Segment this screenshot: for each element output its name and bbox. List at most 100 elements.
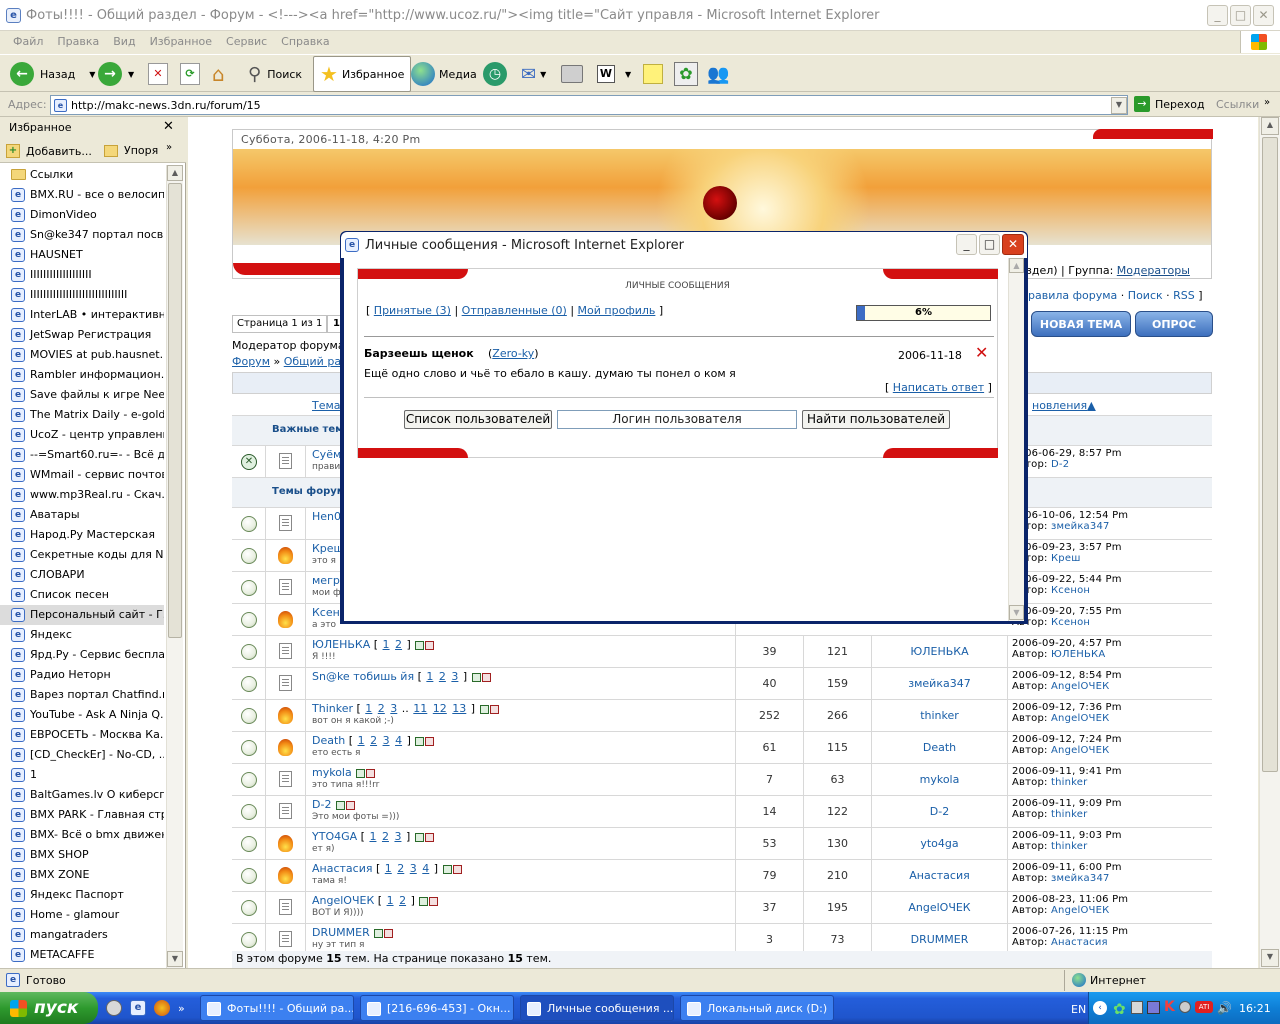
topic-title[interactable]: D-2 — [312, 798, 331, 811]
edit-dropdown-icon[interactable]: ▼ — [625, 70, 631, 79]
moderate-check-icon[interactable] — [479, 704, 489, 714]
favorite-link[interactable]: e JetSwap Регистрация — [0, 325, 164, 345]
organize-favorites-button[interactable]: Упоря — [104, 144, 158, 157]
favorite-link[interactable]: e Яндекс — [0, 625, 164, 645]
moderate-check-icon[interactable] — [419, 896, 429, 906]
minimize-button[interactable]: _ — [1207, 5, 1228, 26]
delete-topic-icon[interactable] — [425, 736, 435, 746]
favorite-link[interactable]: e Список песен — [0, 585, 164, 605]
go-button[interactable]: → Переход — [1134, 96, 1205, 112]
icq-button[interactable]: ✿ — [674, 57, 698, 91]
page-link[interactable]: 1 — [357, 734, 366, 747]
favorite-link[interactable]: e IIIIIIIIIIIIIIIIIIIIIIIIIIIIII — [0, 285, 164, 305]
favorite-link[interactable]: e DimonVideo — [0, 205, 164, 225]
favorites-close-icon[interactable]: ✕ — [163, 119, 174, 134]
favorite-link[interactable]: e BMX.RU - все о велосип... — [0, 185, 164, 205]
delete-topic-icon[interactable] — [452, 864, 462, 874]
favorite-link[interactable]: e BMX SHOP — [0, 845, 164, 865]
delete-topic-icon[interactable] — [424, 832, 434, 842]
col-topic[interactable]: Тема — [312, 399, 341, 412]
topic-title[interactable]: Thinker — [312, 702, 353, 715]
favorite-link[interactable]: e Секретные коды для N... — [0, 545, 164, 565]
topic-title[interactable]: DRUMMER — [312, 926, 370, 939]
media-button[interactable]: Медиа — [411, 57, 477, 91]
last-post-author[interactable]: AngelОЧЕК — [1051, 745, 1109, 756]
topic-title[interactable]: Анастасия — [312, 862, 372, 875]
pm-from-link[interactable]: Zero-ky — [492, 347, 534, 360]
scroll-up-icon[interactable]: ▲ — [167, 165, 183, 181]
topic-author[interactable]: ЮЛЕНЬКА — [872, 636, 1008, 668]
monitor-tray-icon[interactable] — [1147, 1001, 1160, 1014]
menu-favorites[interactable]: Избранное — [143, 31, 219, 52]
topic-author[interactable]: yto4ga — [872, 828, 1008, 860]
mail-button[interactable]: ✉ ▼ — [521, 57, 546, 91]
favorite-link[interactable]: e BMX PARK - Главная стр... — [0, 805, 164, 825]
page-link[interactable]: 3 — [393, 830, 402, 843]
delete-topic-icon[interactable] — [429, 896, 439, 906]
favorite-link[interactable]: e Народ.Ру Мастерская — [0, 525, 164, 545]
pm-subject[interactable]: Барзеешь щенок — [364, 347, 474, 360]
moderate-check-icon[interactable] — [335, 800, 345, 810]
page-scroll-up-icon[interactable]: ▲ — [1261, 117, 1279, 135]
page-link[interactable]: 3 — [409, 862, 418, 875]
home-button[interactable]: ⌂ — [212, 57, 225, 91]
network-tray-icon[interactable] — [1131, 1001, 1143, 1014]
favorite-link[interactable]: e WMmail - сервис почтов... — [0, 465, 164, 485]
pm-sent-link[interactable]: Отправленные (0) — [462, 304, 567, 317]
clock-tray-icon[interactable] — [1179, 1001, 1191, 1013]
favorite-link[interactable]: e ЕВРОСЕТЬ - Москва Ка... — [0, 725, 164, 745]
pm-minimize-button[interactable]: _ — [956, 234, 977, 255]
last-post-author[interactable]: Ксенон — [1051, 617, 1090, 628]
search-link[interactable]: Поиск — [1128, 289, 1163, 302]
delete-topic-icon[interactable] — [489, 704, 499, 714]
tray-expand-icon[interactable]: ‹ — [1093, 1001, 1107, 1015]
pm-scroll-down-icon[interactable]: ▼ — [1009, 605, 1024, 620]
delete-topic-icon[interactable] — [366, 768, 376, 778]
volume-tray-icon[interactable]: 🔊 — [1217, 1001, 1232, 1015]
links-chevron-icon[interactable]: » — [1264, 97, 1270, 108]
last-post-author[interactable]: thinker — [1051, 809, 1087, 820]
page-link[interactable]: 2 — [369, 734, 378, 747]
poll-button[interactable]: ОПРОС — [1135, 311, 1213, 337]
page-link[interactable]: 1 — [382, 638, 391, 651]
moderate-check-icon[interactable] — [442, 864, 452, 874]
favorites-folder[interactable]: Ссылки — [0, 165, 164, 185]
clock-time[interactable]: 16:21 — [1239, 1002, 1271, 1015]
favorite-link[interactable]: e BMX- Всё о bmx движен... — [0, 825, 164, 845]
topic-title[interactable]: YTO4GA — [312, 830, 357, 843]
breadcrumb-forum[interactable]: Форум — [232, 355, 270, 368]
moderate-check-icon[interactable] — [471, 672, 481, 682]
topic-author[interactable]: mykola — [872, 764, 1008, 796]
favorite-link[interactable]: e Ярд.Ру - Сервис беспла... — [0, 645, 164, 665]
favorite-link[interactable]: e Sn@ke347 портал посв... — [0, 225, 164, 245]
print-button[interactable] — [561, 57, 583, 91]
pm-received-link[interactable]: Принятые (3) — [374, 304, 451, 317]
favorite-link[interactable]: e IIIIIIIIIIIIIIIIIII — [0, 265, 164, 285]
page-link[interactable]: 2 — [394, 638, 403, 651]
edit-button[interactable]: W ▼ — [597, 57, 631, 91]
taskbar-button[interactable]: Локальный диск (D:) — [680, 995, 834, 1021]
menu-file[interactable]: Файл — [6, 31, 50, 52]
last-post-author[interactable]: ЮЛЕНЬКА — [1051, 649, 1105, 660]
last-post-author[interactable]: Креш — [1051, 553, 1081, 564]
close-button[interactable]: ✕ — [1253, 5, 1274, 26]
page-link[interactable]: 3 — [389, 702, 398, 715]
favorite-link[interactable]: e MOVIES at pub.hausnet.ru — [0, 345, 164, 365]
favorite-link[interactable]: e1 — [0, 765, 164, 785]
delete-topic-icon[interactable] — [425, 640, 435, 650]
favorite-link[interactable]: e Персональный сайт - Г... — [0, 605, 164, 625]
page-scroll-down-icon[interactable]: ▼ — [1261, 949, 1279, 967]
taskbar-button[interactable]: Фоты!!!! - Общий ра... — [200, 995, 354, 1021]
favorite-link[interactable]: e [CD_CheckEr] - No-CD, ... — [0, 745, 164, 765]
moderate-check-icon[interactable] — [415, 736, 425, 746]
last-post-author[interactable]: AngelОЧЕК — [1051, 713, 1109, 724]
delete-topic-icon[interactable] — [345, 800, 355, 810]
back-button[interactable]: ← Назад ▼ — [10, 57, 95, 91]
favorites-button[interactable]: ★ Избранное — [313, 56, 412, 92]
favorite-link[interactable]: e BaltGames.lv О киберсп... — [0, 785, 164, 805]
page-link[interactable]: 4 — [421, 862, 430, 875]
favorite-link[interactable]: e Home - glamour — [0, 905, 164, 925]
topic-title[interactable]: mykola — [312, 766, 352, 779]
maximize-button[interactable]: □ — [1230, 5, 1251, 26]
new-topic-button[interactable]: НОВАЯ ТЕМА — [1031, 311, 1131, 337]
